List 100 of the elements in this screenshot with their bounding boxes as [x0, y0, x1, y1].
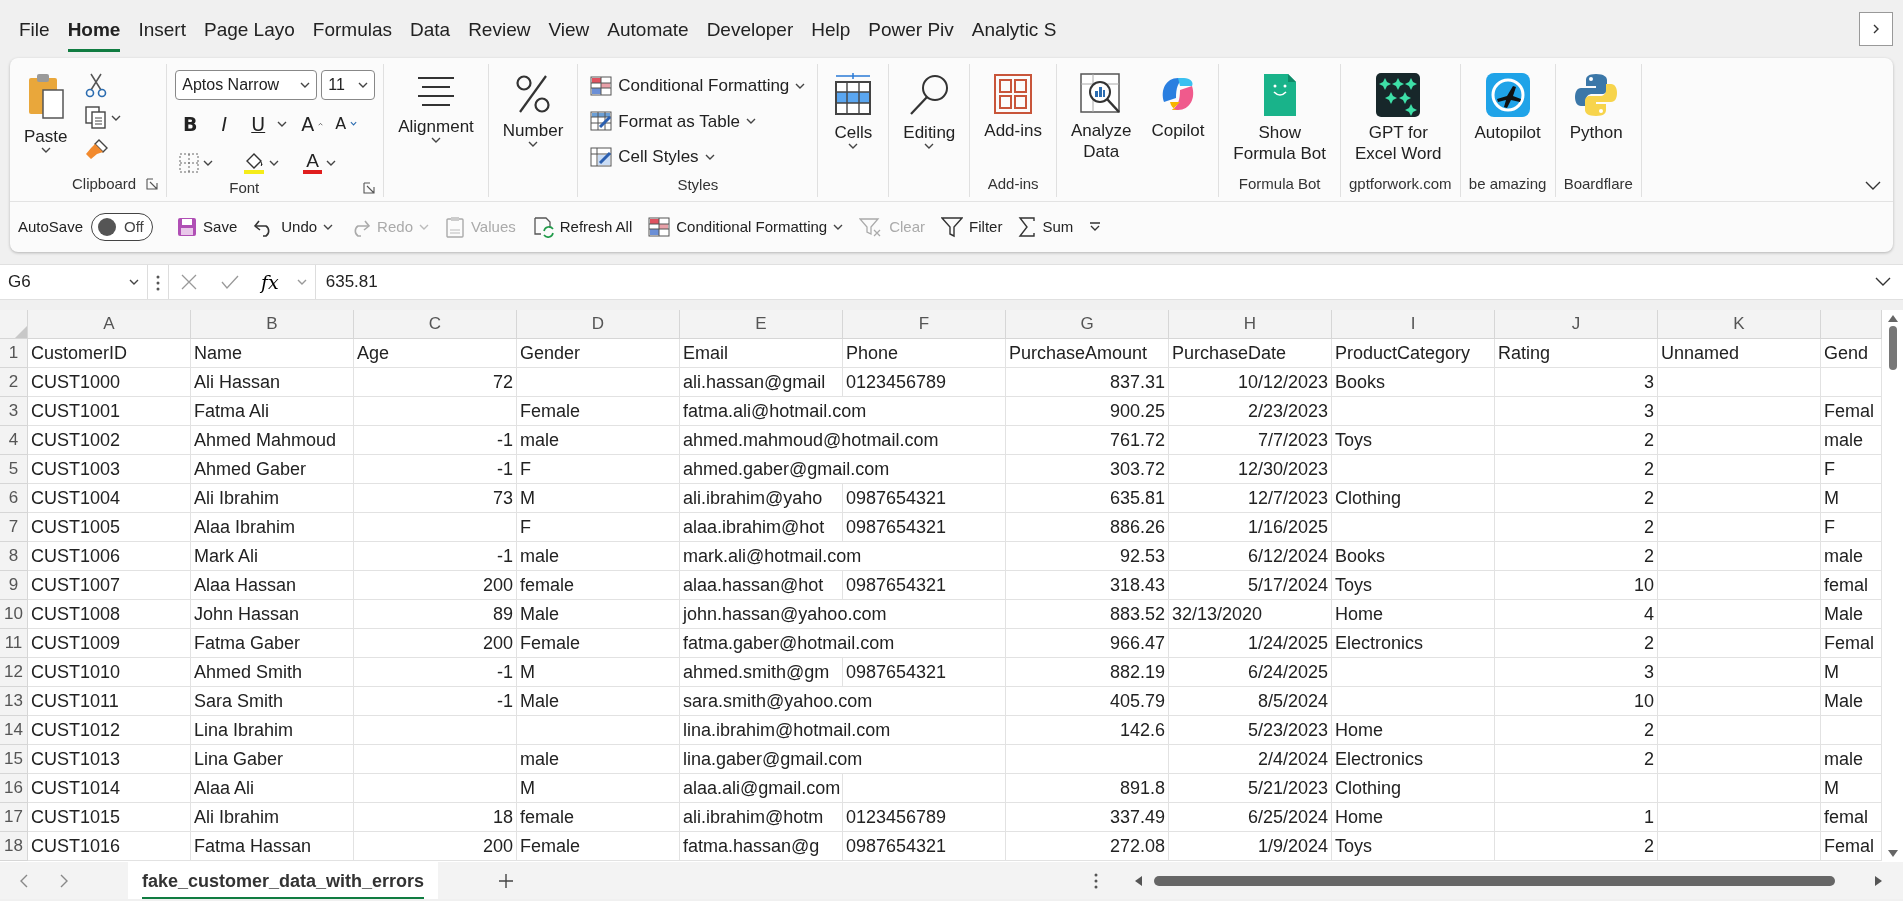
column-header[interactable]: E — [680, 310, 843, 339]
column-header[interactable]: F — [843, 310, 1006, 339]
paste-button[interactable]: Paste — [18, 70, 74, 160]
expand-right-button[interactable] — [1859, 12, 1893, 46]
table-cell: alaa.ali@gmail.com — [680, 774, 843, 803]
font-name-dropdown[interactable]: Aptos Narrow — [175, 70, 318, 100]
table-cell: female — [517, 803, 680, 832]
scrollbar-thumb[interactable] — [1888, 326, 1897, 370]
row-header[interactable]: 6 — [0, 484, 28, 513]
ribbon-list-button[interactable]: Conditional Formatting — [586, 70, 810, 102]
menu-tab[interactable]: Power Piv — [859, 5, 963, 53]
table-cell: Alaa Ali — [191, 774, 354, 803]
table-cell: Lina Ibrahim — [191, 716, 354, 745]
column-header[interactable]: G — [1006, 310, 1169, 339]
ribbon-button[interactable]: GPT for Excel Word — [1348, 70, 1448, 167]
underline-button[interactable]: U — [243, 108, 274, 141]
menu-tab[interactable]: Insert — [129, 5, 195, 53]
column-header[interactable]: B — [191, 310, 354, 339]
ribbon-button[interactable]: Analyze Data — [1064, 70, 1138, 165]
table-cell: 6/12/2024 — [1169, 542, 1332, 571]
table-cell: Toys — [1332, 832, 1495, 861]
ribbon-button[interactable]: Autopilot — [1468, 70, 1547, 146]
column-header[interactable]: C — [354, 310, 517, 339]
toolbar-button[interactable]: Filter — [933, 211, 1011, 243]
table-cell: Books — [1332, 368, 1495, 397]
table-cell: Female — [517, 832, 680, 861]
chevron-left-icon — [20, 873, 28, 888]
row-header[interactable]: 8 — [0, 542, 28, 571]
menu-tab[interactable]: View — [539, 5, 599, 53]
insert-function-button[interactable]: fx — [259, 267, 281, 297]
name-box[interactable]: G6 — [0, 265, 148, 299]
toolbar-button[interactable]: Conditional Formatting — [640, 211, 852, 243]
menu-tab[interactable]: Page Layo — [194, 5, 304, 53]
row-header[interactable]: 18 — [0, 832, 28, 861]
column-header[interactable]: A — [28, 310, 191, 339]
menu-tab[interactable]: Data — [401, 5, 460, 53]
ribbon-list-button[interactable]: Cell Styles — [586, 141, 810, 173]
ribbon-button[interactable]: Editing — [897, 70, 962, 156]
group-label: be amazing — [1468, 173, 1547, 194]
table-cell: 0123456789 — [843, 803, 1006, 832]
ribbon-button[interactable]: Alignment — [392, 70, 480, 150]
column-header[interactable]: H — [1169, 310, 1332, 339]
table-cell: Books — [1332, 542, 1495, 571]
row-header[interactable]: 10 — [0, 600, 28, 629]
row-header[interactable]: 2 — [0, 368, 28, 397]
table-cell: Sara Smith — [191, 687, 354, 716]
scroll-left-icon — [1134, 875, 1143, 886]
table-cell: CUST1016 — [28, 832, 191, 861]
toolbar-button[interactable]: Undo — [245, 211, 342, 243]
row-header[interactable]: 17 — [0, 803, 28, 832]
toolbar-button[interactable]: Sum — [1010, 211, 1082, 243]
shrink-font-button[interactable]: A — [331, 110, 362, 139]
toolbar-button[interactable]: Refresh All — [523, 211, 641, 243]
row-header[interactable]: 3 — [0, 397, 28, 426]
ribbon-button[interactable]: Add-ins — [978, 70, 1048, 144]
menu-tab[interactable]: Automate — [598, 5, 698, 53]
column-header[interactable]: I — [1332, 310, 1495, 339]
row-header[interactable]: 14 — [0, 716, 28, 745]
row-header[interactable]: 13 — [0, 687, 28, 716]
sheet-tab[interactable]: fake_customer_data_with_errors — [128, 862, 439, 899]
snake-logo-icon — [1574, 72, 1619, 118]
ribbon-button[interactable]: Python — [1563, 70, 1629, 146]
row-header[interactable]: 11 — [0, 629, 28, 658]
ribbon-button[interactable]: Show Formula Bot — [1227, 70, 1332, 167]
ribbon-button[interactable]: Number — [496, 70, 570, 154]
menu-tab[interactable]: Formulas — [303, 5, 401, 53]
clipboard-icon — [444, 216, 465, 238]
table-cell: 92.53 — [1006, 542, 1169, 571]
table-cell: 0987654321 — [843, 513, 1006, 542]
row-header[interactable]: 9 — [0, 571, 28, 600]
column-header[interactable]: J — [1495, 310, 1658, 339]
ribbon-button[interactable]: Copilot — [1145, 70, 1211, 144]
grow-font-button[interactable]: A — [297, 108, 328, 141]
menu-tab[interactable]: Developer — [697, 5, 803, 53]
row-header[interactable]: 12 — [0, 658, 28, 687]
row-header[interactable]: 5 — [0, 455, 28, 484]
font-color-button[interactable]: A — [299, 149, 340, 176]
column-header[interactable]: K — [1658, 310, 1821, 339]
toolbar-button[interactable]: Save — [169, 211, 246, 243]
italic-button[interactable]: I — [209, 108, 240, 141]
table-cell: 966.47 — [1006, 629, 1169, 658]
row-header[interactable]: 4 — [0, 426, 28, 455]
menu-tab[interactable]: Help — [802, 5, 860, 53]
bold-button[interactable]: B — [175, 108, 206, 141]
row-header[interactable]: 7 — [0, 513, 28, 542]
formula-field[interactable]: 635.81 — [314, 265, 1871, 299]
toggle-switch[interactable]: Off — [91, 213, 154, 241]
row-header[interactable]: 15 — [0, 745, 28, 774]
ribbon-button[interactable]: Cells — [826, 70, 881, 156]
font-size-dropdown[interactable]: 11 — [321, 70, 376, 100]
menu-tab[interactable]: Review — [459, 5, 540, 53]
column-header[interactable]: D — [517, 310, 680, 339]
vertical-dots-icon — [1094, 872, 1099, 889]
scrollbar-thumb[interactable] — [1154, 875, 1835, 886]
menu-tab[interactable]: File — [10, 5, 59, 53]
vertical-dots-icon — [156, 274, 160, 291]
ribbon-list-button[interactable]: Format as Table — [586, 105, 810, 137]
menu-tab[interactable]: Analytic S — [962, 5, 1066, 53]
row-header[interactable]: 1 — [0, 339, 28, 368]
row-header[interactable]: 16 — [0, 774, 28, 803]
